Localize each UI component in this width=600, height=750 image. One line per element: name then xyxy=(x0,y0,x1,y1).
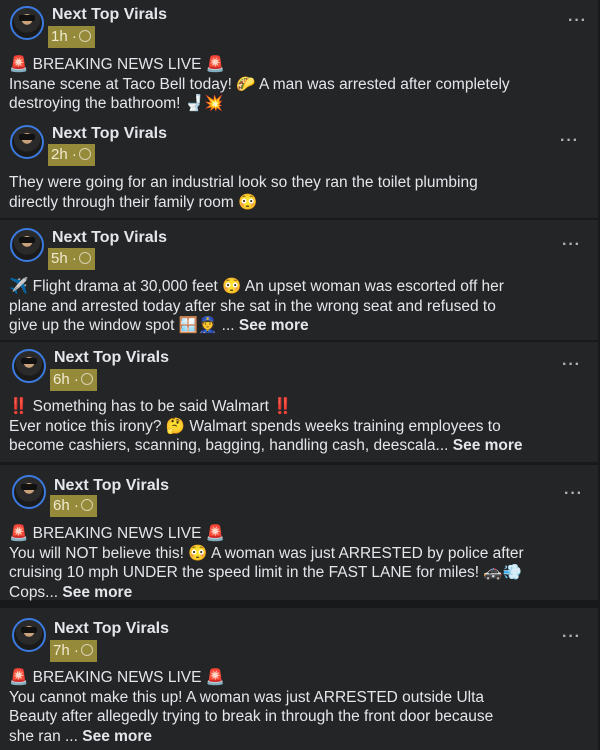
post-text-line: directly through their family room 😳 xyxy=(9,193,258,211)
post-text-line: They were going for an industrial look s… xyxy=(9,174,478,191)
globe-icon xyxy=(80,644,93,657)
post-text-line: You will NOT believe this! 😳 A woman was… xyxy=(9,544,524,562)
timestamp[interactable]: 7h · xyxy=(50,640,97,662)
timestamp[interactable]: 6h · xyxy=(50,495,97,517)
post-text: 🚨 BREAKING NEWS LIVE 🚨 Insane scene at T… xyxy=(9,55,594,114)
post-text: 🚨 BREAKING NEWS LIVE 🚨 You cannot make t… xyxy=(9,668,594,746)
post-card: Next Top Virals 6h · ··· 🚨 BREAKING NEWS… xyxy=(0,465,598,602)
author-name[interactable]: Next Top Virals xyxy=(54,620,169,638)
post-text-line: Ever notice this irony? 🤔 Walmart spends… xyxy=(9,417,501,435)
avatar[interactable] xyxy=(12,475,46,509)
timestamp[interactable]: 5h · xyxy=(48,248,95,270)
see-more-link[interactable]: See more xyxy=(62,584,132,601)
more-options-icon[interactable]: ··· xyxy=(562,628,581,646)
author-name[interactable]: Next Top Virals xyxy=(52,125,167,143)
globe-icon xyxy=(78,148,91,161)
globe-icon xyxy=(80,373,93,386)
author-name[interactable]: Next Top Virals xyxy=(52,229,167,247)
avatar[interactable] xyxy=(10,125,44,159)
post-text: ✈️ Flight drama at 30,000 feet 😳 An upse… xyxy=(9,277,594,336)
post-text-line: Insane scene at Taco Bell today! 🌮 A man… xyxy=(9,75,510,93)
more-options-icon[interactable]: ··· xyxy=(568,12,587,30)
post-text-line: 🚨 BREAKING NEWS LIVE 🚨 xyxy=(9,56,226,73)
timestamp[interactable]: 6h · xyxy=(50,369,97,391)
globe-icon xyxy=(78,30,91,43)
post-text-line: she ran ... See more xyxy=(9,727,153,745)
globe-icon xyxy=(78,252,91,265)
avatar[interactable] xyxy=(10,6,44,40)
post-text: ‼️ Something has to be said Walmart ‼️ E… xyxy=(9,397,594,456)
post-text-line: give up the window spot 🪟👮 ... See more xyxy=(9,317,309,335)
author-name[interactable]: Next Top Virals xyxy=(54,349,169,367)
author-name[interactable]: Next Top Virals xyxy=(52,6,167,24)
timestamp[interactable]: 2h · xyxy=(48,144,95,166)
post-card: Next Top Virals 5h · ··· ✈️ Flight drama… xyxy=(0,220,598,340)
author-name[interactable]: Next Top Virals xyxy=(54,477,169,495)
post-text-line: plane and arrested today after she sat i… xyxy=(9,297,496,315)
post-text-line: cruising 10 mph UNDER the speed limit in… xyxy=(9,564,522,582)
see-more-link[interactable]: See more xyxy=(453,437,523,454)
avatar[interactable] xyxy=(12,349,46,383)
see-more-link[interactable]: See more xyxy=(239,317,309,334)
more-options-icon[interactable]: ··· xyxy=(564,485,583,503)
avatar[interactable] xyxy=(12,618,46,652)
post-text-line: You cannot make this up! A woman was jus… xyxy=(9,688,485,706)
post-text-line: Cops... See more xyxy=(9,583,133,601)
post-card: Next Top Virals 1h · ··· 🚨 BREAKING NEWS… xyxy=(0,0,598,118)
more-options-icon[interactable]: ··· xyxy=(562,356,581,374)
post-text-line: ✈️ Flight drama at 30,000 feet 😳 An upse… xyxy=(9,278,504,295)
post-text-line: ‼️ Something has to be said Walmart ‼️ xyxy=(9,398,293,415)
post-card: Next Top Virals 7h · ··· 🚨 BREAKING NEWS… xyxy=(0,608,598,750)
timestamp[interactable]: 1h · xyxy=(48,26,95,48)
post-text-line: Beauty after allegedly trying to break i… xyxy=(9,708,494,726)
post-text-line: become cashiers, scanning, bagging, hand… xyxy=(9,437,523,455)
post-text-line: destroying the bathroom! 🚽💥 xyxy=(9,95,224,113)
see-more-link[interactable]: See more xyxy=(82,728,152,745)
post-text-line: 🚨 BREAKING NEWS LIVE 🚨 xyxy=(9,525,226,542)
avatar[interactable] xyxy=(10,228,44,262)
post-text-line: 🚨 BREAKING NEWS LIVE 🚨 xyxy=(9,669,226,686)
more-options-icon[interactable]: ··· xyxy=(560,132,579,150)
post-card: Next Top Virals 6h · ··· ‼️ Something ha… xyxy=(0,342,598,462)
more-options-icon[interactable]: ··· xyxy=(562,236,581,254)
post-text: 🚨 BREAKING NEWS LIVE 🚨 You will NOT beli… xyxy=(9,524,594,602)
post-text: They were going for an industrial look s… xyxy=(9,173,594,212)
post-card: Next Top Virals 2h · ··· They were going… xyxy=(0,118,598,218)
globe-icon xyxy=(80,499,93,512)
